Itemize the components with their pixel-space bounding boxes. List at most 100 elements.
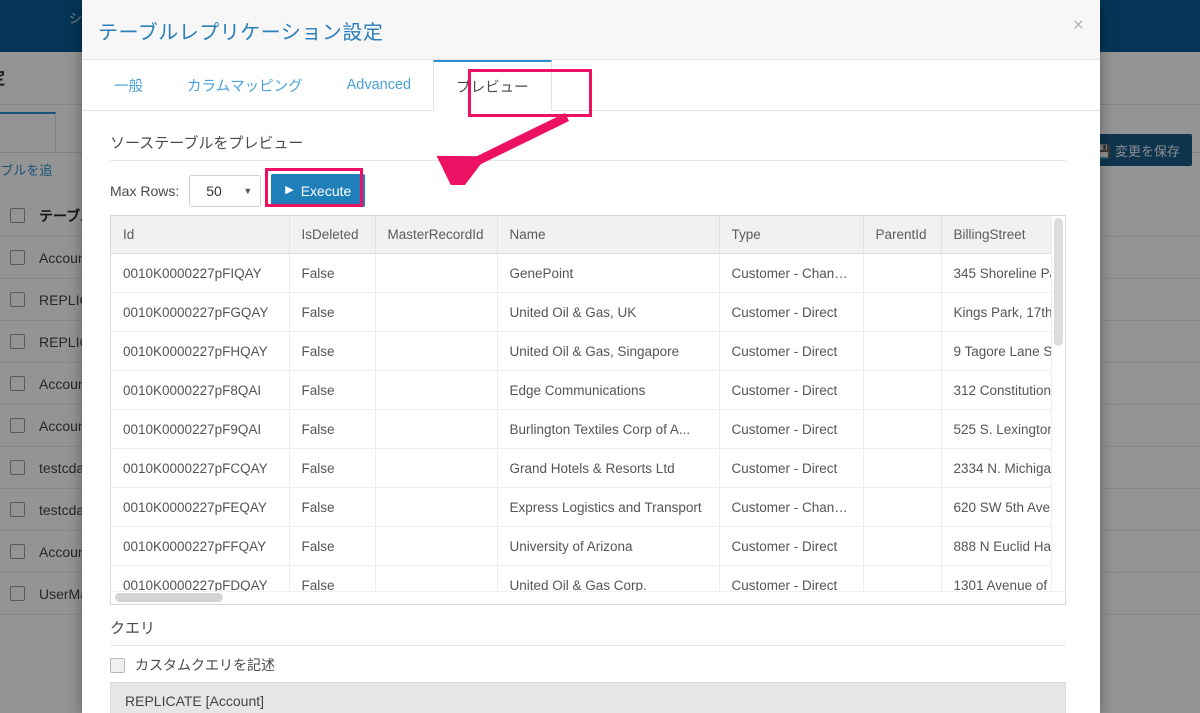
table-cell — [863, 448, 942, 488]
close-icon[interactable]: × — [1073, 16, 1084, 35]
table-cell: Kings Park, 17th A — [941, 292, 1065, 332]
row-checkbox[interactable] — [10, 334, 25, 349]
table-cell: 9 Tagore Lane Sin — [941, 331, 1065, 371]
table-cell — [863, 526, 942, 566]
app-topbar-title: シ — [68, 11, 82, 26]
table-cell: 0010K0000227pFIQAY — [111, 253, 290, 293]
execute-button-label: Execute — [300, 182, 352, 199]
table-row[interactable]: 0010K0000227pF9QAI False Burlington Textil… — [111, 409, 1065, 449]
preview-controls: Max Rows: 50 ▼ ▶ Execute — [110, 174, 366, 207]
max-rows-value: 50 — [206, 182, 222, 199]
column-header[interactable]: Name — [497, 216, 720, 254]
custom-query-checkbox-row[interactable]: カスタムクエリを記述 — [110, 655, 275, 675]
table-cell — [863, 409, 942, 449]
table-cell: 0010K0000227pFFQAY — [111, 526, 290, 566]
tab-label: カラムマッピング — [187, 78, 303, 95]
table-cell: 888 N Euclid Halli — [941, 526, 1065, 566]
table-cell — [375, 292, 498, 332]
table-row[interactable]: 0010K0000227pFIQAY False GenePoint Customer… — [111, 253, 1065, 293]
query-section-title: クエリ — [110, 620, 156, 637]
grid-vertical-scroll-thumb[interactable] — [1054, 218, 1063, 346]
column-header[interactable]: ParentId — [863, 216, 942, 254]
table-cell — [375, 487, 498, 527]
execute-button[interactable]: ▶ Execute — [271, 174, 366, 207]
grid-vertical-scrollbar[interactable] — [1051, 216, 1065, 604]
table-cell: United Oil & Gas, UK — [497, 292, 720, 332]
grid-horizontal-scrollbar[interactable] — [111, 591, 1065, 604]
table-cell: 620 SW 5th Avenu — [941, 487, 1065, 527]
table-cell: False — [289, 409, 376, 449]
background-tab-active[interactable]: ーブル — [0, 112, 56, 152]
tab-label: 一般 — [114, 78, 143, 95]
query-section-divider — [110, 645, 1066, 646]
tab-item-1[interactable]: カラムマッピング — [165, 60, 325, 110]
background-add-table-button[interactable]: + テーブルを追 — [0, 160, 52, 179]
table-cell — [863, 487, 942, 527]
table-cell — [375, 409, 498, 449]
table-cell — [375, 331, 498, 371]
column-header[interactable]: BillingStreet — [941, 216, 1065, 254]
row-checkbox[interactable] — [10, 460, 25, 475]
dialog-tab-bar: 一般 カラムマッピング Advanced プレビュー — [82, 60, 1100, 111]
grid-horizontal-scroll-thumb[interactable] — [115, 593, 223, 602]
table-cell: Burlington Textiles Corp of A... — [497, 409, 720, 449]
table-cell: Edge Communications — [497, 370, 720, 410]
column-header[interactable]: MasterRecordId — [375, 216, 498, 254]
table-cell: Express Logistics and Transport — [497, 487, 720, 527]
tab-preview[interactable]: プレビュー — [433, 60, 552, 111]
table-cell — [375, 370, 498, 410]
dialog-header: テーブルレプリケーション設定 × — [82, 0, 1100, 60]
table-cell: 2334 N. Michigan — [941, 448, 1065, 488]
table-cell: Customer - Direct — [719, 331, 864, 371]
table-replication-settings-dialog: テーブルレプリケーション設定 × 一般 カラムマッピング Advanced プレビュー… — [82, 0, 1100, 713]
table-cell: Customer - Direct — [719, 526, 864, 566]
row-checkbox[interactable] — [10, 208, 25, 223]
table-cell: University of Arizona — [497, 526, 720, 566]
table-cell: 0010K0000227pFEQAY — [111, 487, 290, 527]
table-cell: Customer - Channel — [719, 253, 864, 293]
table-cell: United Oil & Gas, Singapore — [497, 331, 720, 371]
table-cell: 312 Constitution — [941, 370, 1065, 410]
row-checkbox[interactable] — [10, 586, 25, 601]
table-cell — [863, 370, 942, 410]
tab-label: プレビュー — [456, 79, 529, 96]
table-cell: 525 S. Lexington — [941, 409, 1065, 449]
table-cell: False — [289, 448, 376, 488]
custom-query-checkbox[interactable] — [110, 657, 125, 673]
table-cell: 0010K0000227pFGQAY — [111, 292, 290, 332]
screen-root: シ 定 ーブル + テーブルを追 💾 変更を保存 テーブルAccountREPL… — [0, 0, 1200, 713]
table-cell — [863, 292, 942, 332]
tab-item-2[interactable]: Advanced — [325, 60, 434, 110]
table-row[interactable]: 0010K0000227pFEQAY False Express Logistics… — [111, 487, 1065, 527]
column-header[interactable]: Id — [111, 216, 290, 254]
table-row[interactable]: 0010K0000227pFFQAY False University of Ari… — [111, 526, 1065, 566]
dialog-title: テーブルレプリケーション設定 — [98, 22, 384, 44]
row-checkbox[interactable] — [10, 376, 25, 391]
row-checkbox[interactable] — [10, 418, 25, 433]
tab-item-0[interactable]: 一般 — [92, 60, 165, 110]
table-cell: GenePoint — [497, 253, 720, 293]
row-checkbox[interactable] — [10, 292, 25, 307]
table-cell: Customer - Direct — [719, 409, 864, 449]
row-checkbox[interactable] — [10, 502, 25, 517]
table-row[interactable]: 0010K0000227pFHQAY False United Oil & Gas,… — [111, 331, 1065, 371]
query-textarea[interactable]: REPLICATE [Account] — [110, 682, 1066, 713]
column-header[interactable]: Type — [719, 216, 864, 254]
row-checkbox[interactable] — [10, 544, 25, 559]
table-cell: 0010K0000227pFCQAY — [111, 448, 290, 488]
table-cell: False — [289, 331, 376, 371]
max-rows-select[interactable]: 50 ▼ — [189, 174, 262, 207]
table-cell: False — [289, 526, 376, 566]
table-row[interactable]: 0010K0000227pF8QAI False Edge Communicatio… — [111, 370, 1065, 410]
table-cell: Grand Hotels & Resorts Ltd — [497, 448, 720, 488]
row-checkbox[interactable] — [10, 250, 25, 265]
table-cell: False — [289, 370, 376, 410]
column-header[interactable]: IsDeleted — [289, 216, 376, 254]
chevron-down-icon: ▼ — [243, 185, 253, 196]
table-row[interactable]: 0010K0000227pFGQAY False United Oil & Gas,… — [111, 292, 1065, 332]
table-cell — [375, 253, 498, 293]
table-row[interactable]: 0010K0000227pFCQAY False Grand Hotels & Re… — [111, 448, 1065, 488]
table-body: 0010K0000227pFIQAY False GenePoint Customer… — [111, 253, 1065, 604]
preview-data-grid[interactable]: Id IsDeleted MasterRecordId Name Type ParentI… — [110, 215, 1066, 605]
table-cell: 0010K0000227pF9QAI — [111, 409, 290, 449]
